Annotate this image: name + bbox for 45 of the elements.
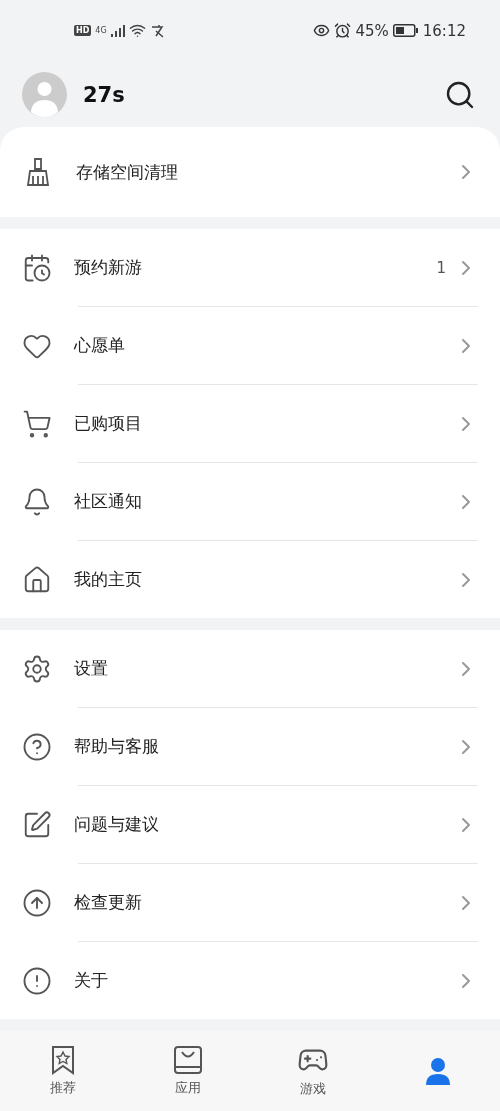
nav-tab[interactable]: 推荐 [0,1031,125,1111]
battery-percent: 45% [355,21,389,40]
arrow-up-circle-icon [22,887,52,918]
alarm-icon [334,22,352,40]
hd-indicator: HD [74,25,92,37]
menu-item[interactable]: 预约新游 1 [22,229,478,307]
menu-item-label: 我的主页 [74,568,143,592]
menu-item-label: 关于 [74,969,109,993]
home-icon [22,564,52,595]
menu-item[interactable]: 已购项目 [22,385,478,463]
clock-time: 16:12 [422,21,466,40]
network-type: 4G [95,26,107,36]
bell-icon [22,486,52,517]
menu-item[interactable]: 检查更新 [22,864,478,942]
menu-item-label: 问题与建议 [74,813,160,837]
menu-item-label: 设置 [74,657,109,681]
bag-icon [172,1045,203,1076]
edit-icon [22,809,52,840]
user-name: 27s [83,82,126,107]
menu-item[interactable]: 我的主页 [22,541,478,619]
nav-tab[interactable]: 应用 [125,1031,250,1111]
menu-item[interactable]: 社区通知 [22,463,478,541]
battery-icon [392,24,419,38]
settings-icon [22,653,52,684]
cart-icon [22,408,52,439]
menu-item[interactable]: 问题与建议 [22,786,478,864]
signal-icon [110,24,125,37]
menu-item-label: 检查更新 [74,891,143,915]
wifi-icon [128,22,146,40]
calendar-clock-icon [22,252,52,283]
menu-item-label: 社区通知 [74,490,143,514]
menu-item[interactable]: 关于 [22,942,478,1020]
menu-item[interactable]: 帮助与客服 [22,708,478,786]
bookmark-star-icon [49,1045,76,1076]
menu-item[interactable]: 设置 [22,630,478,708]
menu-item-label: 存储空间清理 [76,160,179,184]
help-icon [22,731,52,762]
menu-item-label: 预约新游 [74,256,143,280]
exclamation-circle-icon [22,965,52,996]
menu-item-label: 已购项目 [74,412,143,436]
nav-tab[interactable]: 游戏 [250,1031,375,1111]
menu-item[interactable]: 心愿单 [22,307,478,385]
reservation-count: 1 [436,258,446,277]
menu-item-label: 帮助与客服 [74,735,160,759]
menu-item-label: 心愿单 [74,334,126,358]
